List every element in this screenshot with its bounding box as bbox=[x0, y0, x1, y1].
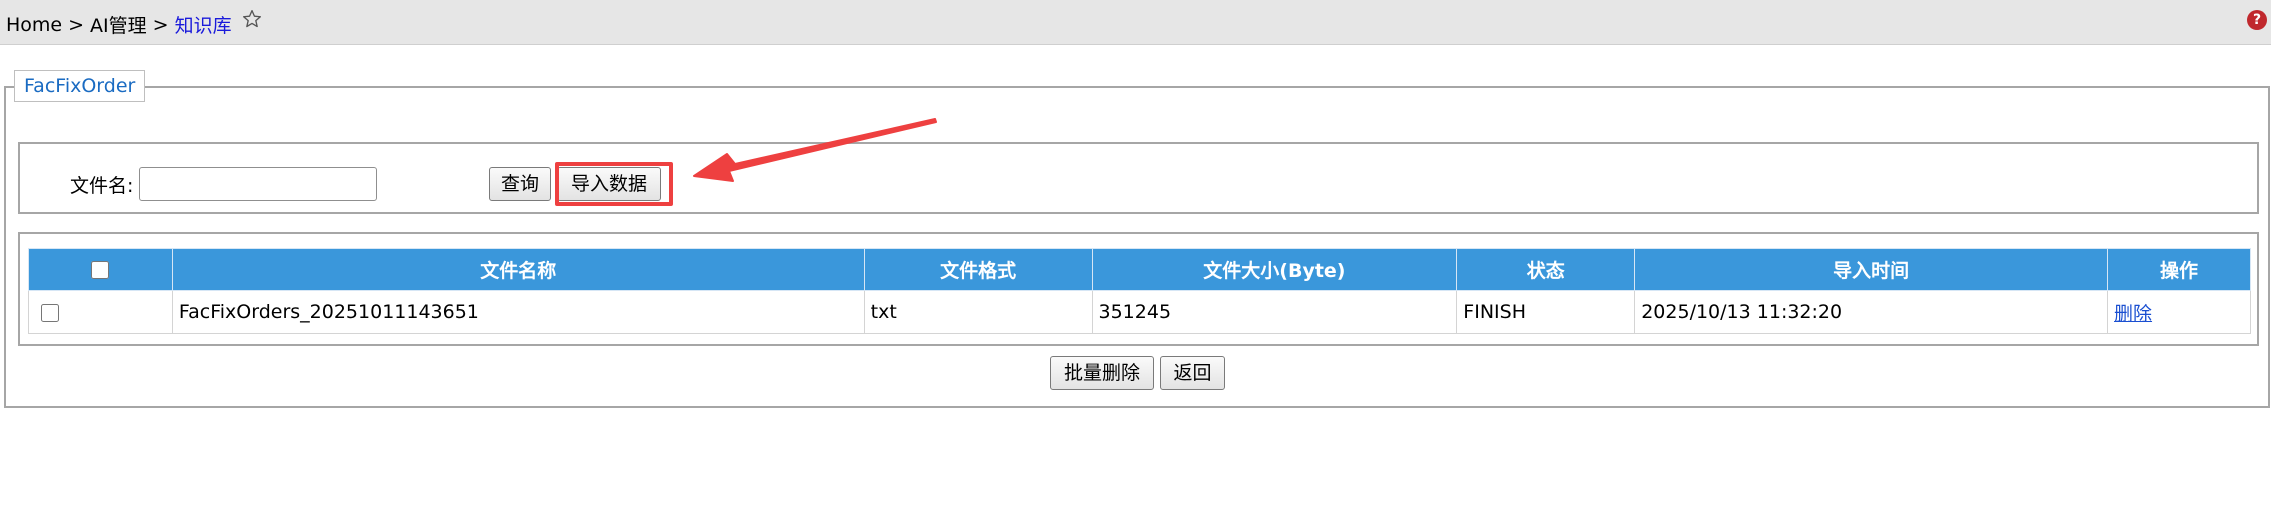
select-all-checkbox[interactable] bbox=[91, 261, 110, 279]
cell-size: 351245 bbox=[1091, 290, 1458, 334]
help-icon[interactable]: ? bbox=[2247, 10, 2267, 30]
star-icon[interactable] bbox=[242, 9, 262, 34]
breadcrumb-separator: > bbox=[152, 13, 169, 36]
cell-filename: FacFixOrders_20251011143651 bbox=[171, 290, 865, 334]
table-header-row: 文件名称 文件格式 文件大小(Byte) 状态 导入时间 操作 bbox=[28, 248, 2251, 291]
back-button[interactable]: 返回 bbox=[1160, 356, 1225, 390]
table-panel: 文件名称 文件格式 文件大小(Byte) 状态 导入时间 操作 FacFixOr… bbox=[18, 232, 2259, 346]
column-header-filename: 文件名称 bbox=[171, 248, 865, 291]
breadcrumb-ai-management[interactable]: AI管理 bbox=[90, 11, 147, 38]
import-data-button[interactable]: 导入数据 bbox=[557, 167, 661, 201]
filename-label: 文件名: bbox=[70, 175, 134, 197]
breadcrumb-current: 知识库 bbox=[174, 15, 232, 37]
column-header-action: 操作 bbox=[2107, 248, 2251, 291]
column-header-format: 文件格式 bbox=[863, 248, 1093, 291]
delete-link[interactable]: 删除 bbox=[2114, 303, 2152, 325]
filename-search-input[interactable] bbox=[139, 167, 377, 201]
top-bar: Home > AI管理 > 知识库 ? bbox=[0, 0, 2271, 45]
column-header-size: 文件大小(Byte) bbox=[1091, 248, 1458, 291]
row-select-cell bbox=[28, 290, 173, 334]
row-checkbox[interactable] bbox=[41, 303, 59, 322]
column-header-import-time: 导入时间 bbox=[1634, 248, 2109, 291]
file-table: 文件名称 文件格式 文件大小(Byte) 状态 导入时间 操作 FacFixOr… bbox=[28, 248, 2251, 334]
table-row: FacFixOrders_20251011143651 txt 351245 F… bbox=[28, 290, 2251, 334]
breadcrumb-home[interactable]: Home bbox=[6, 14, 62, 36]
cell-import-time: 2025/10/13 11:32:20 bbox=[1634, 290, 2109, 334]
search-panel: 文件名: 查询 导入数据 bbox=[18, 142, 2259, 214]
cell-format: txt bbox=[863, 290, 1093, 334]
batch-delete-button[interactable]: 批量删除 bbox=[1050, 356, 1154, 390]
panel-legend: FacFixOrder bbox=[14, 70, 146, 102]
column-header-status: 状态 bbox=[1456, 248, 1636, 291]
cell-action: 删除 bbox=[2107, 290, 2251, 334]
cell-status: FINISH bbox=[1456, 290, 1636, 334]
breadcrumb-separator: > bbox=[68, 13, 85, 36]
query-button[interactable]: 查询 bbox=[489, 167, 551, 201]
breadcrumb: Home > AI管理 > 知识库 bbox=[6, 9, 262, 38]
select-all-header bbox=[28, 248, 173, 291]
